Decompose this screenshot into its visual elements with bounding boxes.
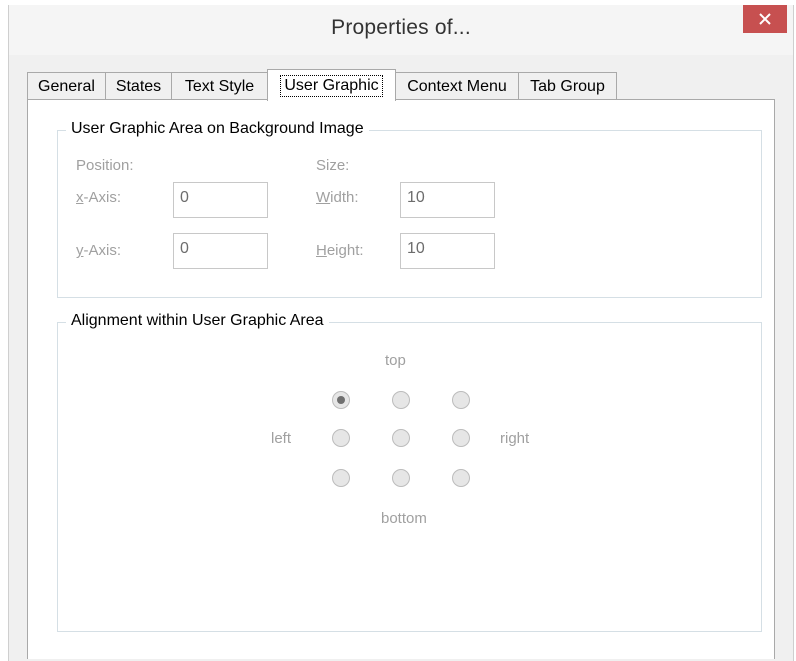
width-field[interactable]: 10 [400, 182, 495, 218]
tab-label: Context Menu [407, 77, 507, 95]
group-legend: Alignment within User Graphic Area [66, 312, 329, 330]
y-axis-field[interactable]: 0 [173, 233, 268, 269]
alignment-group: Alignment within User Graphic Area top l… [57, 312, 762, 632]
tab-context-menu[interactable]: Context Menu [395, 72, 519, 100]
tab-tab-group[interactable]: Tab Group [518, 72, 617, 100]
close-icon [759, 13, 771, 25]
tab-text-style[interactable]: Text Style [171, 72, 268, 100]
align-bottom-right-radio[interactable] [452, 469, 470, 487]
tab-panel-user-graphic: User Graphic Area on Background Image Po… [27, 99, 775, 659]
top-label: top [385, 352, 406, 369]
close-button[interactable] [743, 5, 787, 33]
tab-general[interactable]: General [27, 72, 106, 100]
tab-user-graphic[interactable]: User Graphic [267, 69, 396, 101]
height-label: Height: [316, 242, 364, 259]
x-axis-label: x-Axis: [76, 189, 121, 206]
title-bar: Properties of... [9, 5, 793, 55]
bottom-label: bottom [381, 510, 427, 527]
align-top-center-radio[interactable] [392, 391, 410, 409]
align-top-right-radio[interactable] [452, 391, 470, 409]
tab-label: Text Style [184, 77, 255, 95]
tab-label: User Graphic [280, 74, 383, 97]
width-label: Width: [316, 189, 359, 206]
tab-label: General [38, 77, 95, 95]
y-axis-label: y-Axis: [76, 242, 121, 259]
size-label: Size: [316, 157, 350, 174]
tab-label: Tab Group [530, 77, 605, 95]
x-axis-field[interactable]: 0 [173, 182, 268, 218]
align-bottom-left-radio[interactable] [332, 469, 350, 487]
tab-states[interactable]: States [105, 72, 172, 100]
right-label: right [500, 430, 530, 447]
position-label: Position: [76, 157, 134, 174]
user-graphic-area-group: User Graphic Area on Background Image Po… [57, 120, 762, 298]
height-field[interactable]: 10 [400, 233, 495, 269]
window-title: Properties of... [331, 16, 471, 39]
tab-label: States [115, 77, 162, 95]
group-legend: User Graphic Area on Background Image [66, 120, 369, 138]
align-middle-center-radio[interactable] [392, 429, 410, 447]
align-middle-right-radio[interactable] [452, 429, 470, 447]
align-bottom-center-radio[interactable] [392, 469, 410, 487]
align-top-left-radio[interactable] [332, 391, 350, 409]
left-label: left [271, 430, 292, 447]
align-middle-left-radio[interactable] [332, 429, 350, 447]
